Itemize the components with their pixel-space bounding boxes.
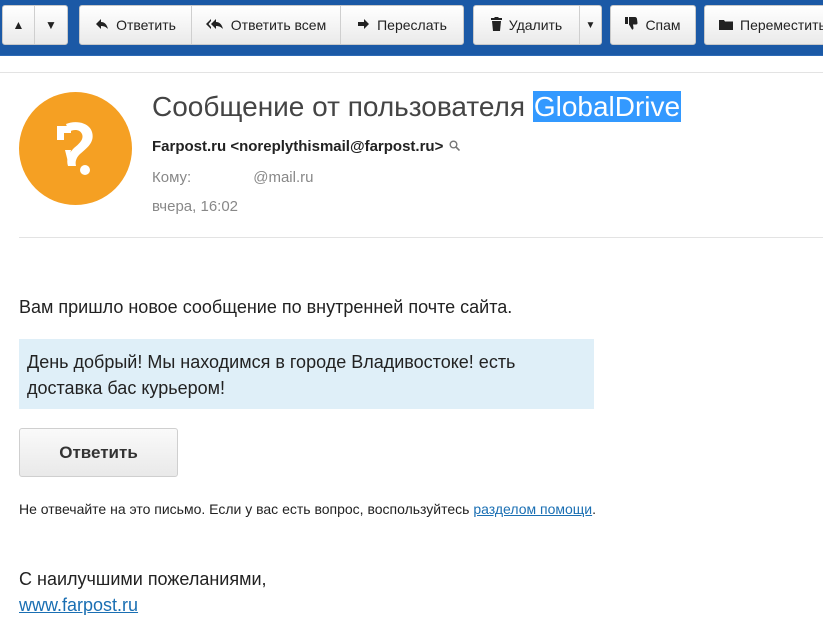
next-message-button[interactable]: ▼ — [35, 6, 67, 44]
forward-arrow-icon — [357, 18, 370, 33]
toolbar: ▲ ▼ Ответить Ответить всем Переслать Уда… — [0, 0, 823, 56]
message-subject: Сообщение от пользователя GlobalDrive — [152, 90, 682, 124]
body-reply-label: Ответить — [59, 442, 138, 462]
reply-all-label: Ответить всем — [230, 17, 327, 33]
subject-text: Сообщение от пользователя — [152, 91, 533, 122]
trash-icon — [490, 16, 502, 34]
move-button[interactable]: Переместить — [705, 6, 823, 44]
move-label: Переместить — [740, 17, 823, 33]
site-link-wrap: www.farpost.ru — [19, 595, 138, 616]
recipient-address: @mail.ru — [253, 169, 314, 186]
arrow-up-icon: ▲ — [12, 18, 25, 32]
reply-group: Ответить Ответить всем Переслать — [79, 5, 464, 45]
quoted-message: День добрый! Мы находимся в городе Влади… — [19, 339, 594, 409]
header-divider — [0, 72, 823, 73]
delete-options-dropdown[interactable]: ▼ — [580, 6, 601, 44]
quoted-message-text: День добрый! Мы находимся в городе Влади… — [27, 352, 516, 398]
arrow-down-icon: ▼ — [45, 18, 57, 32]
reply-all-button[interactable]: Ответить всем — [192, 6, 341, 44]
farpost-logo-icon — [57, 122, 93, 175]
forward-label: Переслать — [377, 17, 447, 33]
folder-icon — [719, 18, 733, 33]
signature-regards: С наилучшими пожеланиями, — [19, 569, 267, 589]
sender-address[interactable]: Farpost.ru <noreplythismail@farpost.ru> — [152, 138, 443, 155]
notice-end: . — [592, 501, 597, 517]
recipient-line: Кому: @mail.ru — [152, 169, 313, 186]
farpost-site-link[interactable]: www.farpost.ru — [19, 595, 138, 615]
reply-button[interactable]: Ответить — [80, 6, 192, 44]
reply-label: Ответить — [116, 17, 176, 33]
nav-group: ▲ ▼ — [2, 5, 68, 45]
spam-label: Спам — [645, 17, 681, 33]
delete-label: Удалить — [508, 17, 563, 33]
notice-text: Не отвечайте на это письмо. Если у вас е… — [19, 501, 474, 517]
help-section-link[interactable]: разделом помощи — [473, 501, 592, 517]
thumbs-down-icon — [625, 17, 638, 33]
spam-group: Спам — [610, 5, 696, 45]
reply-all-icon — [205, 18, 224, 33]
delete-button[interactable]: Удалить — [474, 6, 580, 44]
chevron-down-icon: ▼ — [585, 19, 596, 31]
reply-icon — [95, 18, 109, 33]
move-group: Переместить — [704, 5, 823, 45]
message-date: вчера, 16:02 — [152, 198, 239, 215]
intro-text: Вам пришло новое сообщение по внутренней… — [19, 297, 513, 317]
sender-line: Farpost.ru <noreplythismail@farpost.ru> — [152, 138, 461, 155]
spam-button[interactable]: Спам — [611, 6, 695, 44]
recipient-label: Кому: — [152, 169, 192, 186]
body-reply-button[interactable]: Ответить — [19, 428, 178, 477]
body-divider — [19, 237, 823, 238]
forward-button[interactable]: Переслать — [341, 6, 463, 44]
sender-avatar — [19, 92, 132, 205]
no-reply-notice: Не отвечайте на это письмо. Если у вас е… — [19, 501, 596, 517]
search-icon[interactable] — [449, 140, 461, 154]
delete-group: Удалить ▼ — [473, 5, 602, 45]
previous-message-button[interactable]: ▲ — [3, 6, 35, 44]
subject-highlighted-text: GlobalDrive — [532, 91, 682, 122]
